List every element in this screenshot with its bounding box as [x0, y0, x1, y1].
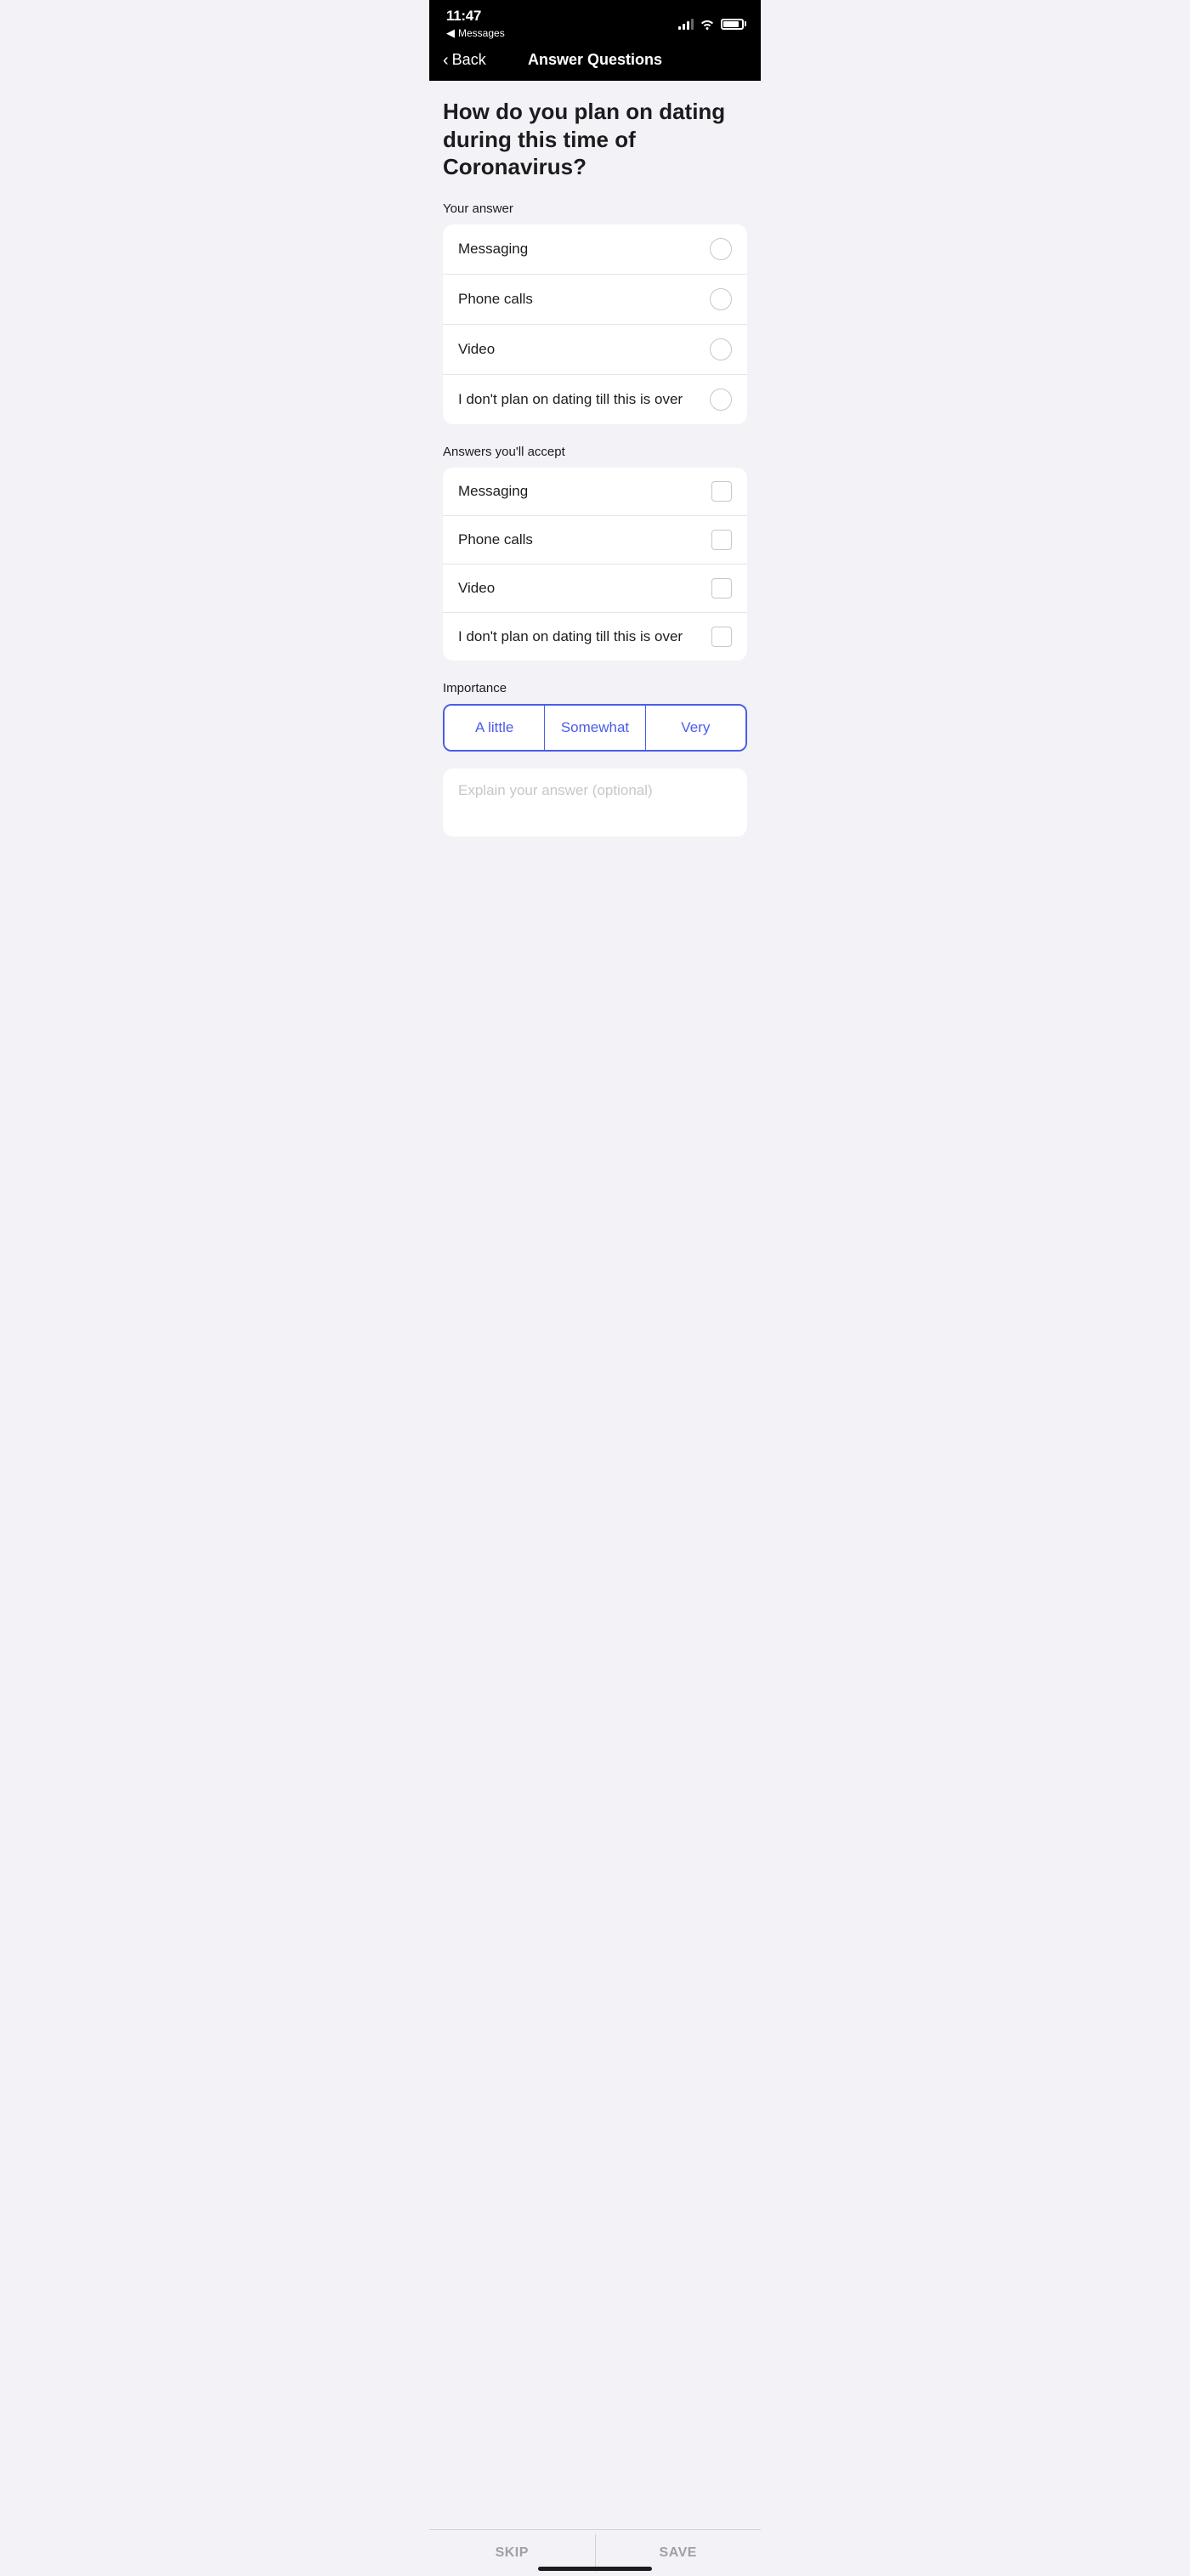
checkbox-no-plan[interactable] [711, 627, 732, 647]
option-messaging-radio-label: Messaging [458, 241, 528, 258]
importance-section: Importance A little Somewhat Very [443, 681, 747, 752]
radio-phone-calls[interactable] [710, 288, 732, 310]
main-content: How do you plan on dating during this ti… [429, 81, 761, 939]
option-phone-calls-radio-label: Phone calls [458, 291, 533, 308]
importance-somewhat-button[interactable]: Somewhat [545, 706, 645, 750]
question-title: How do you plan on dating during this ti… [443, 98, 747, 181]
list-item[interactable]: Video [443, 325, 747, 375]
battery-icon [721, 19, 744, 30]
your-answer-label: Your answer [443, 201, 747, 216]
signal-icon [678, 18, 694, 30]
list-item[interactable]: Messaging [443, 468, 747, 516]
list-item[interactable]: I don't plan on dating till this is over [443, 613, 747, 661]
radio-messaging[interactable] [710, 238, 732, 260]
importance-label: Importance [443, 681, 747, 695]
back-label: Back [452, 51, 486, 69]
back-chevron-icon: ‹ [443, 52, 449, 69]
option-video-radio-label: Video [458, 341, 495, 358]
importance-a-little-button[interactable]: A little [445, 706, 545, 750]
option-no-plan-radio-label: I don't plan on dating till this is over [458, 391, 683, 408]
list-item[interactable]: Messaging [443, 224, 747, 275]
home-indicator [538, 2567, 652, 2571]
list-item[interactable]: Phone calls [443, 275, 747, 325]
option-video-check-label: Video [458, 580, 495, 597]
nav-title: Answer Questions [528, 51, 662, 69]
option-phone-calls-check-label: Phone calls [458, 531, 533, 548]
list-item[interactable]: I don't plan on dating till this is over [443, 375, 747, 424]
list-item[interactable]: Phone calls [443, 516, 747, 565]
status-messages: ◀ Messages [446, 26, 505, 40]
list-item[interactable]: Video [443, 565, 747, 613]
status-time: 11:47 [446, 8, 505, 25]
checkbox-video[interactable] [711, 578, 732, 599]
checkbox-phone-calls[interactable] [711, 530, 732, 550]
radio-no-plan[interactable] [710, 389, 732, 411]
option-no-plan-check-label: I don't plan on dating till this is over [458, 628, 683, 645]
acceptable-answers-label: Answers you'll accept [443, 445, 747, 459]
checkbox-messaging[interactable] [711, 481, 732, 502]
status-icons [678, 18, 744, 30]
importance-button-group: A little Somewhat Very [443, 704, 747, 752]
explain-placeholder: Explain your answer (optional) [458, 782, 653, 798]
status-bar: 11:47 ◀ Messages [429, 0, 761, 43]
wifi-icon [700, 18, 715, 30]
back-button[interactable]: ‹ Back [443, 51, 486, 69]
radio-video[interactable] [710, 338, 732, 360]
explain-input[interactable]: Explain your answer (optional) [443, 769, 747, 837]
importance-very-button[interactable]: Very [646, 706, 745, 750]
option-messaging-check-label: Messaging [458, 483, 528, 500]
your-answer-card: Messaging Phone calls Video I don't plan… [443, 224, 747, 424]
acceptable-answers-card: Messaging Phone calls Video I don't plan… [443, 468, 747, 661]
nav-bar: ‹ Back Answer Questions [429, 43, 761, 81]
